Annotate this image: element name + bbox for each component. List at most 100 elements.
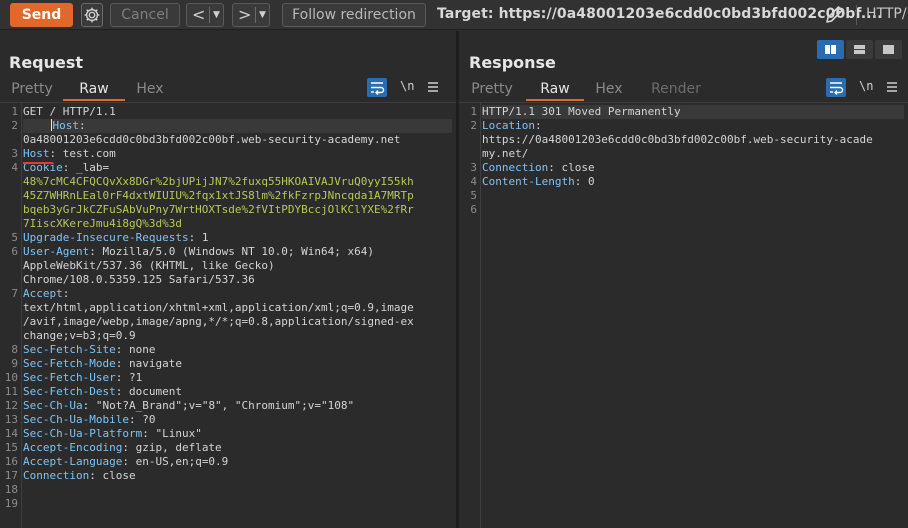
layout-side-by-side-icon <box>825 45 836 54</box>
line-number: 15 <box>4 441 18 454</box>
editor-line[interactable]: 48%7cMC4CFQCQvXx8DGr%2bjUPijJN7%2fuxq55H… <box>23 175 452 189</box>
editor-line[interactable]: 1 HTTP/1.1 301 Moved Permanently <box>470 105 904 119</box>
line-text: 0a48001203e6cdd0c0bd3bfd002c00bf.web-sec… <box>23 133 452 147</box>
line-text: Accept: <box>23 287 452 301</box>
editor-line[interactable]: 5 <box>470 189 904 203</box>
editor-line[interactable]: 17 Connection: close <box>5 469 452 483</box>
request-tab-pretty[interactable]: Pretty <box>3 81 61 101</box>
line-text: 48%7cMC4CFQCQvXx8DGr%2bjUPijJN7%2fuxq55H… <box>23 175 452 189</box>
text-segment: : ?0 <box>128 413 156 426</box>
header-name: Sec-Fetch-Mode <box>23 357 116 370</box>
toolbar-divider <box>856 5 857 25</box>
line-text <box>23 483 452 497</box>
editor-line[interactable]: 16 Accept-Language: en-US,en;q=0.9 <box>5 455 452 469</box>
editor-line[interactable]: change;v=b3;q=0.9 <box>23 329 452 343</box>
menu-icon[interactable] <box>427 80 439 94</box>
editor-line[interactable]: /avif,image/webp,image/apng,*/*;q=0.8,ap… <box>23 315 452 329</box>
editor-line[interactable]: 5 Upgrade-Insecure-Requests: 1 <box>11 231 452 245</box>
editor-line[interactable]: 3 Connection: close <box>470 161 904 175</box>
response-tab-raw[interactable]: Raw <box>526 81 584 101</box>
back-button[interactable]: < ▼ <box>186 3 224 27</box>
editor-line[interactable]: 45Z7WHRnLEal0rF4dxtWIUIU%2fqx1xtJS8lm%2f… <box>23 189 452 203</box>
line-number: 18 <box>4 483 18 496</box>
editor-line[interactable]: 0a48001203e6cdd0c0bd3bfd002c00bf.web-sec… <box>23 133 452 147</box>
editor-line[interactable]: 7 Accept: <box>11 287 452 301</box>
layout-side-by-side-button[interactable] <box>817 40 844 59</box>
http-version-selector[interactable]: HTTP/1 <box>866 6 908 22</box>
layout-single-button[interactable] <box>875 40 902 59</box>
wrap-lines-button[interactable] <box>367 78 387 97</box>
editor-line[interactable]: 2 Host: <box>11 119 452 133</box>
line-number: 1 <box>11 105 18 118</box>
editor-line[interactable]: 7IiscXKereJmu4i8gQ%3d%3d <box>23 217 452 231</box>
editor-line[interactable]: 13 Sec-Ch-Ua-Mobile: ?0 <box>5 413 452 427</box>
forward-arrow-icon: > <box>238 5 252 24</box>
editor-line[interactable]: text/html,application/xhtml+xml,applicat… <box>23 301 452 315</box>
text-segment: GET / HTTP/1.1 <box>23 105 116 118</box>
line-text: Sec-Ch-Ua-Platform: "Linux" <box>23 427 452 441</box>
editor-line[interactable]: 15 Accept-Encoding: gzip, deflate <box>5 441 452 455</box>
header-name: User-Agent <box>23 245 90 258</box>
wrap-lines-button[interactable] <box>826 78 846 97</box>
response-editor-tools: \n <box>826 78 906 98</box>
response-tab-render[interactable]: Render <box>648 81 704 101</box>
editor-line[interactable]: 12 Sec-Ch-Ua: "Not?A_Brand";v="8", "Chrom… <box>5 399 452 413</box>
editor-line[interactable]: 3 Host: test.com <box>11 147 452 161</box>
newline-icon[interactable]: \n <box>400 79 414 93</box>
line-text: text/html,application/xhtml+xml,applicat… <box>23 301 452 315</box>
line-number: 9 <box>11 357 18 370</box>
header-name: Sec-Fetch-User <box>23 371 116 384</box>
forward-history-dropdown-icon[interactable]: ▼ <box>259 4 266 26</box>
editor-line[interactable]: 6 User-Agent: Mozilla/5.0 (Windows NT 10.… <box>11 245 452 259</box>
menu-icon[interactable] <box>886 80 898 94</box>
editor-line[interactable]: 9 Sec-Fetch-Mode: navigate <box>11 357 452 371</box>
editor-line[interactable]: bqeb3yGrJkCZFuSAbVuPny7WrtHOXTsde%2fVItP… <box>23 203 452 217</box>
editor-line[interactable]: 8 Sec-Fetch-Site: none <box>11 343 452 357</box>
editor-line[interactable]: 18 <box>5 483 452 497</box>
editor-line[interactable]: 10 Sec-Fetch-User: ?1 <box>5 371 452 385</box>
response-tab-pretty[interactable]: Pretty <box>462 81 522 101</box>
send-button[interactable]: Send <box>10 3 73 27</box>
forward-button[interactable]: > ▼ <box>232 3 270 27</box>
cancel-button[interactable]: Cancel <box>110 3 180 27</box>
editor-line[interactable]: my.net/ <box>482 147 904 161</box>
text-segment: : ?1 <box>115 371 143 384</box>
request-editor[interactable]: 1 GET / HTTP/1.1 2 Host: 0a48001203e6cdd0c0… <box>0 102 456 528</box>
line-number: 19 <box>4 497 18 510</box>
editor-line[interactable]: 19 <box>5 497 452 511</box>
text-segment: /avif,image/webp,image/apng,*/*;q=0.8,ap… <box>23 315 414 328</box>
text-segment: https://0a48001203e6cdd0c0bd3bfd002c00bf… <box>482 133 873 146</box>
text-segment: : 1 <box>188 231 209 244</box>
editor-line[interactable]: 4 Cookie: _lab= <box>11 161 452 175</box>
editor-line[interactable]: 4 Content-Length: 0 <box>470 175 904 189</box>
request-tab-raw[interactable]: Raw <box>63 81 125 101</box>
editor-line[interactable]: 6 <box>470 203 904 217</box>
header-name: Content-Length <box>482 175 575 188</box>
request-title: Request <box>9 53 84 72</box>
wrap-icon <box>371 82 385 95</box>
editor-line[interactable]: 1 GET / HTTP/1.1 <box>11 105 452 119</box>
layout-stacked-button[interactable] <box>846 40 873 59</box>
response-tab-hex[interactable]: Hex <box>588 81 630 101</box>
settings-button[interactable] <box>81 3 103 27</box>
button-divider <box>255 7 256 23</box>
text-segment: HTTP/1.1 301 Moved Permanently <box>482 105 681 118</box>
header-name: Accept-Language <box>23 455 123 468</box>
pencil-icon[interactable] <box>823 4 845 26</box>
follow-redirection-button[interactable]: Follow redirection <box>282 3 426 27</box>
response-editor[interactable]: 1 HTTP/1.1 301 Moved Permanently 2 Location… <box>459 102 908 528</box>
editor-line[interactable]: AppleWebKit/537.36 (KHTML, like Gecko) <box>23 259 452 273</box>
editor-line[interactable]: 2 Location: <box>470 119 904 133</box>
text-segment: my.net/ <box>482 147 529 160</box>
editor-line[interactable]: Chrome/108.0.5359.125 Safari/537.36 <box>23 273 452 287</box>
line-number: 3 <box>11 147 18 160</box>
editor-line[interactable]: 14 Sec-Ch-Ua-Platform: "Linux" <box>5 427 452 441</box>
line-text: Content-Length: 0 <box>482 175 904 189</box>
back-history-dropdown-icon[interactable]: ▼ <box>213 4 220 26</box>
editor-line[interactable]: https://0a48001203e6cdd0c0bd3bfd002c00bf… <box>482 133 904 147</box>
newline-icon[interactable]: \n <box>859 79 873 93</box>
line-text: Connection: close <box>482 161 904 175</box>
request-tab-hex[interactable]: Hex <box>129 81 171 101</box>
line-text: Host: <box>23 119 452 133</box>
editor-line[interactable]: 11 Sec-Fetch-Dest: document <box>5 385 452 399</box>
